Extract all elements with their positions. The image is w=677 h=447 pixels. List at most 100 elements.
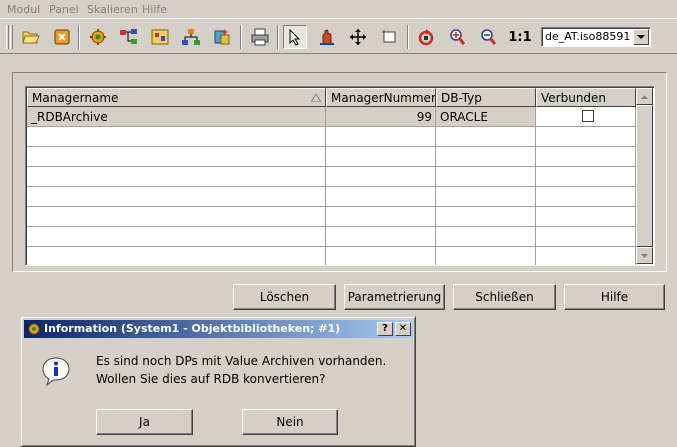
empty-cell[interactable]: [436, 227, 536, 247]
empty-cell[interactable]: [436, 187, 536, 207]
empty-cell[interactable]: [27, 207, 326, 227]
cell-managername[interactable]: _RDBArchive: [27, 107, 326, 127]
encoding-dropdown-button[interactable]: [633, 29, 649, 45]
scroll-thumb[interactable]: [636, 105, 653, 247]
chevron-down-icon: [641, 253, 648, 258]
menu-skalieren[interactable]: Skalieren: [87, 3, 138, 16]
empty-cell[interactable]: [326, 187, 436, 207]
wizard-button[interactable]: [210, 25, 234, 49]
close-icon: [54, 29, 70, 45]
app-gear-icon: [28, 323, 40, 335]
chevron-down-icon: [637, 34, 645, 39]
dialog-titlebar[interactable]: Information (System1 - Objektbibliotheke…: [24, 320, 413, 338]
toolbar-grip[interactable]: [6, 25, 9, 49]
cell-managernummer[interactable]: 99: [326, 107, 436, 127]
empty-cell[interactable]: [27, 187, 326, 207]
empty-cell[interactable]: [27, 167, 326, 187]
move-tool-button[interactable]: [346, 25, 370, 49]
empty-cell[interactable]: [326, 247, 436, 265]
chevron-up-icon: [641, 94, 648, 99]
empty-cell[interactable]: [27, 247, 326, 265]
empty-cell[interactable]: [326, 127, 436, 147]
empty-cell[interactable]: [436, 127, 536, 147]
empty-cell[interactable]: [326, 207, 436, 227]
empty-cell[interactable]: [436, 247, 536, 265]
gear-icon: [90, 29, 106, 45]
column-header-managernummer[interactable]: ManagerNummer: [326, 88, 436, 107]
object-library-icon: [151, 29, 169, 45]
vertical-scrollbar[interactable]: [636, 88, 653, 264]
empty-cell[interactable]: [536, 187, 636, 207]
empty-cell[interactable]: [326, 227, 436, 247]
zoom-in-icon: [450, 29, 466, 45]
refresh-button[interactable]: [414, 25, 438, 49]
ja-button[interactable]: Ja: [96, 409, 193, 435]
empty-cell[interactable]: [536, 227, 636, 247]
encoding-select[interactable]: de_AT.iso88591: [541, 27, 651, 47]
dialog-close-button[interactable]: ✕: [395, 322, 411, 336]
settings-button[interactable]: [86, 25, 110, 49]
column-header-dbtyp[interactable]: DB-Typ: [436, 88, 536, 107]
toolbar-separator: [407, 25, 409, 49]
pointer-icon: [289, 28, 301, 46]
empty-cell[interactable]: [27, 127, 326, 147]
scroll-up-button[interactable]: [636, 88, 653, 105]
scroll-down-button[interactable]: [636, 247, 653, 264]
column-header-verbunden[interactable]: Verbunden: [536, 88, 636, 107]
dialog-message-line1: Es sind noch DPs mit Value Archiven vorh…: [96, 354, 387, 368]
pointer-tool-button[interactable]: [283, 25, 307, 49]
empty-cell[interactable]: [536, 127, 636, 147]
empty-cell[interactable]: [436, 167, 536, 187]
crop-tool-button[interactable]: [377, 25, 401, 49]
column-header-label: Managername: [32, 91, 119, 105]
verbunden-checkbox[interactable]: [582, 110, 594, 122]
empty-cell[interactable]: [326, 147, 436, 167]
loeschen-button[interactable]: Löschen: [233, 284, 336, 310]
actual-size-button[interactable]: 1:1: [506, 25, 534, 49]
cell-dbtyp[interactable]: ORACLE: [436, 107, 536, 127]
menu-hilfe[interactable]: Hilfe: [142, 3, 167, 16]
hierarchy-icon: [182, 29, 200, 45]
empty-cell[interactable]: [536, 247, 636, 265]
dialog-message-line2: Wollen Sie dies auf RDB konvertieren?: [96, 372, 326, 386]
toolbar-grip-2: [10, 25, 13, 49]
empty-cell[interactable]: [536, 167, 636, 187]
menu-bar: Modul Panel Skalieren Hilfe: [0, 0, 677, 19]
dialog-title: Information (System1 - Objektbibliotheke…: [44, 322, 341, 335]
info-icon: [42, 357, 70, 386]
crop-icon: [382, 30, 396, 43]
column-header-managername[interactable]: Managername: [27, 88, 326, 107]
cell-verbunden: [536, 107, 636, 127]
schliessen-button[interactable]: Schließen: [453, 284, 556, 310]
empty-cell[interactable]: [536, 147, 636, 167]
tree-button[interactable]: [117, 25, 141, 49]
empty-cell[interactable]: [436, 147, 536, 167]
print-icon: [251, 28, 269, 46]
refresh-icon: [418, 29, 434, 46]
close-module-button[interactable]: [50, 25, 74, 49]
print-button[interactable]: [248, 25, 272, 49]
tree-icon: [120, 29, 137, 44]
manager-table: Managername ManagerNummer DB-Typ Verbund…: [25, 86, 655, 266]
empty-cell[interactable]: [27, 147, 326, 167]
actual-size-icon: 1:1: [508, 29, 532, 45]
zoom-in-button[interactable]: [445, 25, 469, 49]
pan-tool-button[interactable]: [315, 25, 339, 49]
menu-modul[interactable]: Modul: [7, 3, 40, 16]
empty-cell[interactable]: [536, 207, 636, 227]
open-folder-icon: [22, 31, 40, 44]
empty-cell[interactable]: [436, 207, 536, 227]
empty-cell[interactable]: [27, 227, 326, 247]
open-folder-button[interactable]: [19, 25, 43, 49]
information-dialog: Information (System1 - Objektbibliotheke…: [20, 316, 416, 447]
parametrierung-button[interactable]: Parametrierung: [344, 284, 445, 310]
dialog-help-button[interactable]: ?: [377, 322, 393, 336]
zoom-out-button[interactable]: [476, 25, 500, 49]
nein-button[interactable]: Nein: [242, 409, 338, 435]
empty-cell[interactable]: [326, 167, 436, 187]
menu-panel[interactable]: Panel: [49, 3, 79, 16]
hierarchy-button[interactable]: [179, 25, 203, 49]
hilfe-button[interactable]: Hilfe: [564, 284, 665, 310]
encoding-value: de_AT.iso88591: [545, 30, 631, 43]
object-library-button[interactable]: [148, 25, 172, 49]
